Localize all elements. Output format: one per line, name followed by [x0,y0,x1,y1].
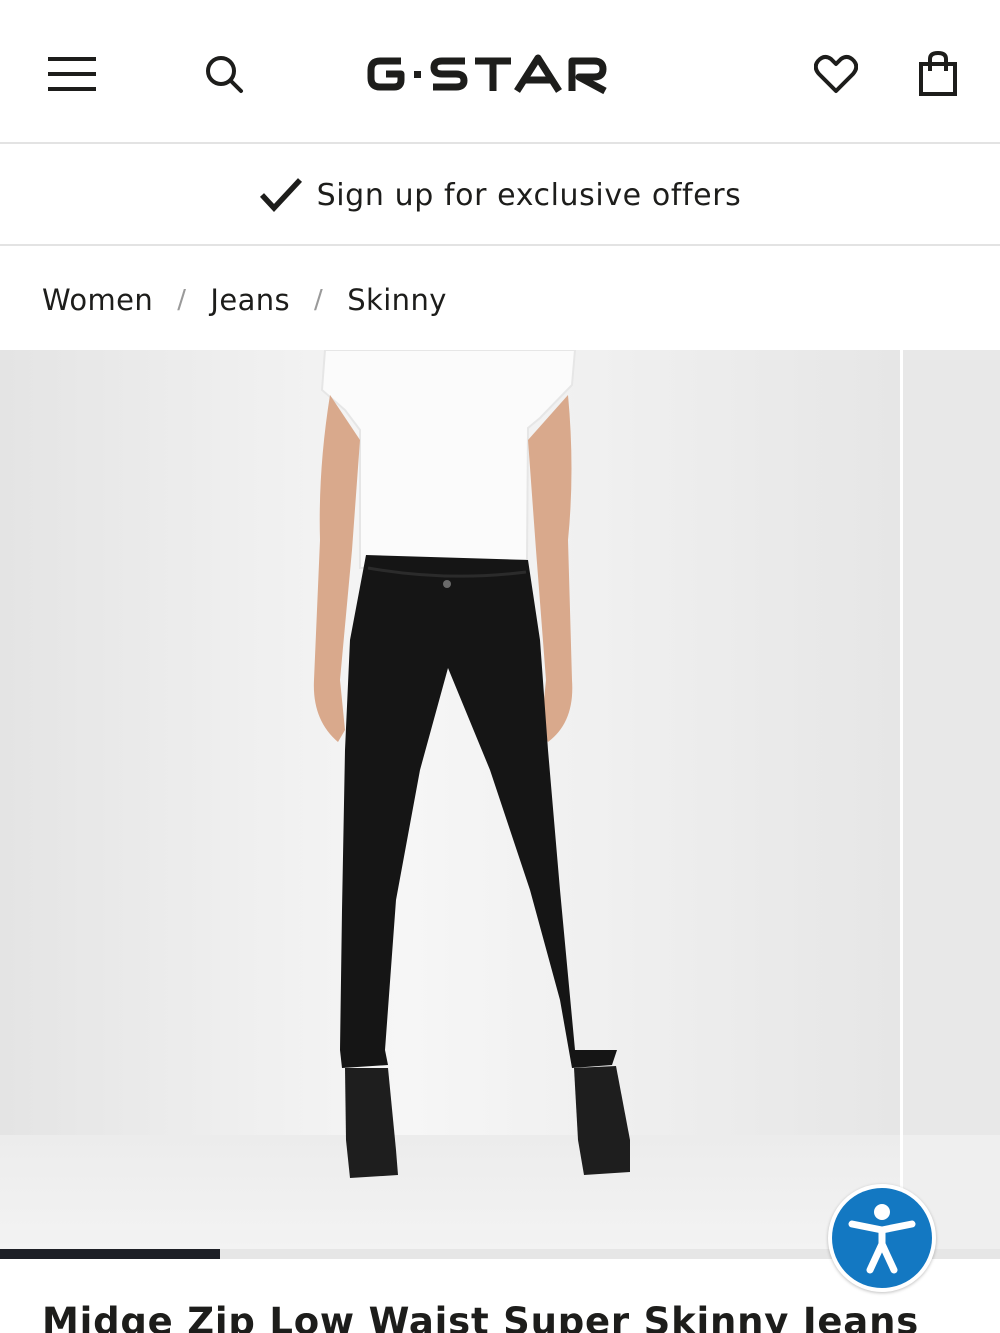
breadcrumb-women[interactable]: Women [42,283,153,317]
breadcrumb-separator: / [314,285,324,315]
search-icon [206,56,243,93]
breadcrumb-separator: / [177,285,187,315]
heart-icon [814,54,858,93]
next-product-image[interactable] [903,350,1000,1250]
checkmark-icon [259,175,303,215]
product-image[interactable] [0,350,900,1250]
product-image-gallery[interactable] [0,350,1000,1250]
product-title: Midge Zip Low Waist Super Skinny Jeans [42,1300,920,1333]
site-header [0,0,1000,144]
g-star-logo [367,54,607,95]
accessibility-button[interactable] [828,1184,936,1292]
signup-promo-bar[interactable]: Sign up for exclusive offers [0,146,1000,246]
breadcrumb-jeans[interactable]: Jeans [210,283,290,317]
brand-logo[interactable] [360,44,640,104]
product-page: Sign up for exclusive offers Women / Jea… [0,0,1000,1333]
breadcrumb: Women / Jeans / Skinny [42,270,447,330]
promo-text: Sign up for exclusive offers [316,177,742,213]
breadcrumb-skinny[interactable]: Skinny [347,283,447,317]
shopping-bag-icon [919,51,957,96]
wishlist-button[interactable] [806,48,866,100]
menu-icon [48,57,96,91]
search-button[interactable] [196,48,252,100]
accessibility-icon [832,1188,932,1288]
menu-button[interactable] [40,48,104,100]
gallery-progress-fill [0,1249,220,1259]
cart-button[interactable] [910,46,966,102]
